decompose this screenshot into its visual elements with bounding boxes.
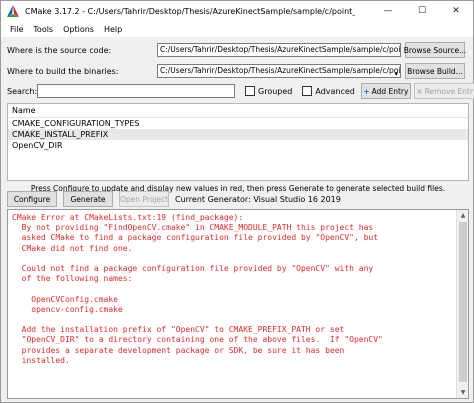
browse-build-button[interactable]: Browse Build... bbox=[405, 63, 465, 79]
action-row: Configure Generate Open Project Current … bbox=[7, 191, 469, 207]
build-path-combobox[interactable]: C:/Users/Tahrir/Desktop/Thesis/AzureKine… bbox=[157, 64, 401, 78]
open-project-button[interactable]: Open Project bbox=[119, 191, 169, 207]
grouped-checkbox-box[interactable] bbox=[245, 86, 255, 96]
current-generator-text: Current Generator: Visual Studio 16 2019 bbox=[175, 194, 341, 204]
table-row[interactable]: CMAKE_CONFIGURATION_TYPES bbox=[8, 118, 468, 129]
remove-entry-label: Remove Entry bbox=[424, 86, 474, 96]
remove-entry-button[interactable]: ✕ Remove Entry bbox=[413, 83, 474, 99]
build-row: Where to build the binaries: C:/Users/Ta… bbox=[7, 63, 465, 79]
grouped-label: Grouped bbox=[258, 86, 293, 96]
log-scrollbar[interactable]: ▲ ▼ bbox=[456, 210, 468, 398]
search-row: Search: Grouped Advanced + Add Entry ✕ R… bbox=[7, 83, 474, 99]
title-bar[interactable]: CMake 3.17.2 - C:/Users/Tahrir/Desktop/T… bbox=[1, 1, 473, 21]
source-path-input[interactable]: C:/Users/Tahrir/Desktop/Thesis/AzureKine… bbox=[157, 43, 401, 57]
cache-table[interactable]: Name CMAKE_CONFIGURATION_TYPES CMAKE_INS… bbox=[7, 103, 469, 181]
browse-source-button[interactable]: Browse Source... bbox=[404, 42, 466, 58]
scrollbar-thumb[interactable] bbox=[459, 222, 467, 382]
maximize-button[interactable]: ☐ bbox=[405, 1, 439, 21]
window-title: CMake 3.17.2 - C:/Users/Tahrir/Desktop/T… bbox=[25, 6, 355, 16]
table-header-name[interactable]: Name bbox=[8, 104, 468, 118]
cmake-window: CMake 3.17.2 - C:/Users/Tahrir/Desktop/T… bbox=[0, 0, 474, 403]
table-row[interactable]: OpenCV_DIR bbox=[8, 140, 468, 151]
grouped-checkbox[interactable]: Grouped bbox=[245, 86, 292, 96]
add-entry-label: Add Entry bbox=[371, 86, 409, 96]
scroll-down-icon[interactable]: ▼ bbox=[457, 387, 468, 398]
menu-help[interactable]: Help bbox=[99, 25, 127, 34]
log-text: CMake Error at CMakeLists.txt:19 (find_p… bbox=[12, 213, 383, 365]
menu-file[interactable]: File bbox=[5, 25, 28, 34]
cmake-logo-icon bbox=[7, 5, 19, 17]
menu-tools[interactable]: Tools bbox=[28, 25, 58, 34]
build-path-value: C:/Users/Tahrir/Desktop/Thesis/AzureKine… bbox=[160, 66, 401, 75]
search-label: Search: bbox=[7, 86, 38, 96]
menu-options[interactable]: Options bbox=[58, 25, 99, 34]
advanced-checkbox-box[interactable] bbox=[302, 86, 313, 96]
generate-button[interactable]: Generate bbox=[63, 191, 113, 207]
output-log[interactable]: CMake Error at CMakeLists.txt:19 (find_p… bbox=[7, 209, 469, 399]
table-row[interactable]: CMAKE_INSTALL_PREFIX bbox=[8, 129, 468, 140]
build-label: Where to build the binaries: bbox=[7, 66, 119, 76]
close-button[interactable]: ✕ bbox=[439, 1, 473, 21]
scroll-up-icon[interactable]: ▲ bbox=[457, 210, 468, 221]
menu-bar: File Tools Options Help bbox=[1, 21, 473, 37]
remove-icon: ✕ bbox=[416, 86, 423, 96]
plus-icon: + bbox=[363, 86, 370, 96]
advanced-checkbox[interactable]: Advanced bbox=[302, 86, 355, 96]
minimize-button[interactable]: — bbox=[371, 1, 405, 21]
source-row: Where is the source code: C:/Users/Tahri… bbox=[7, 42, 466, 58]
search-input[interactable] bbox=[37, 84, 235, 98]
add-entry-button[interactable]: + Add Entry bbox=[360, 83, 411, 99]
advanced-label: Advanced bbox=[315, 86, 355, 96]
configure-button[interactable]: Configure bbox=[7, 191, 57, 207]
chevron-down-icon[interactable]: ▾ bbox=[394, 68, 398, 77]
source-label: Where is the source code: bbox=[7, 45, 112, 55]
